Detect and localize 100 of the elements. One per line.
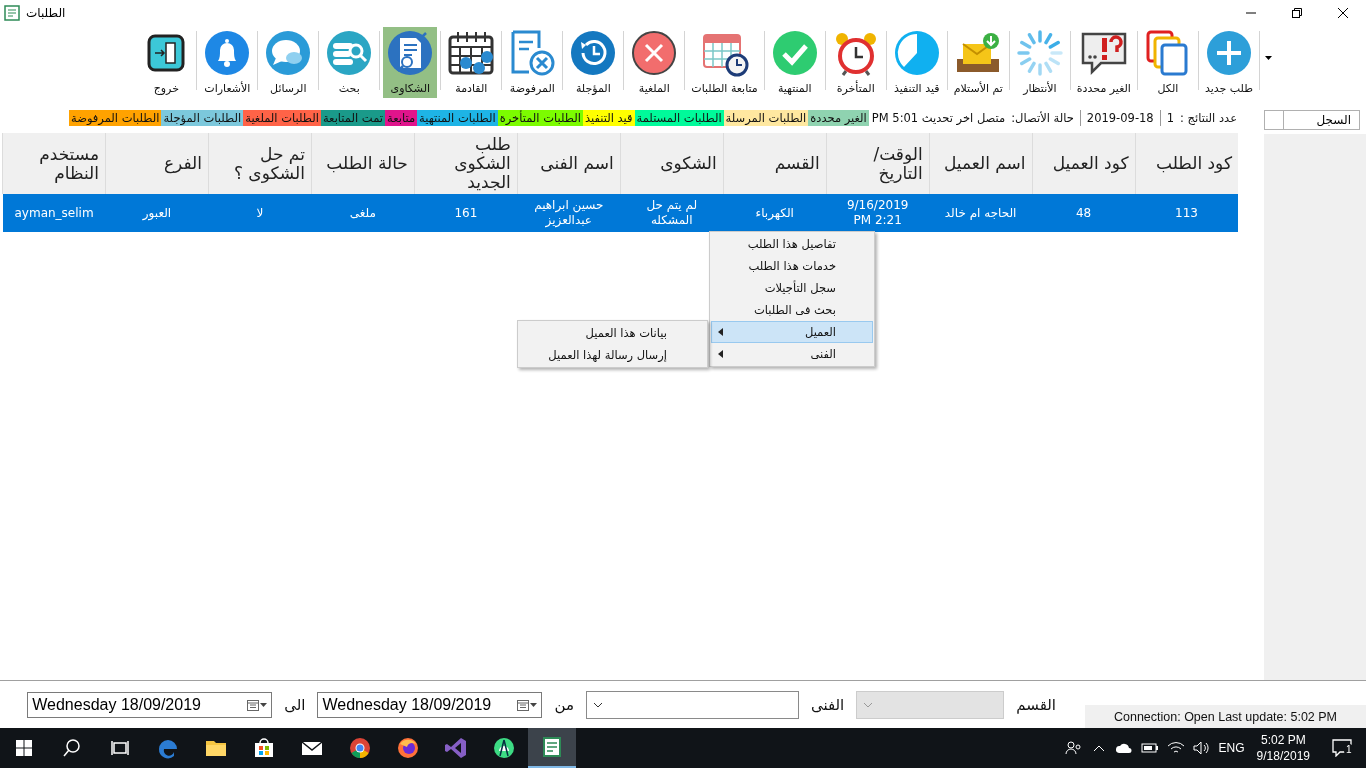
search-icon[interactable] bbox=[62, 738, 82, 758]
clock-button[interactable]: 5:02 PM 9/18/2019 bbox=[1248, 728, 1318, 768]
toolbar-button[interactable]: المنتهية bbox=[767, 27, 822, 98]
menu-item[interactable]: سجل التأجيلات bbox=[711, 277, 873, 299]
menu-item[interactable]: العميل bbox=[711, 321, 873, 343]
menu-item[interactable]: تفاصيل هذا الطلب bbox=[711, 233, 873, 255]
column-header[interactable]: الشكوى bbox=[620, 133, 724, 194]
column-header[interactable]: اسم العميل bbox=[929, 133, 1033, 194]
legend-tag: الطلبات المرفوضة bbox=[69, 110, 162, 126]
windows-logo-icon bbox=[16, 740, 32, 756]
toolbar-button[interactable]: متابعة الطلبات bbox=[688, 27, 761, 98]
toolbar-button[interactable]: الرسائل bbox=[261, 27, 316, 98]
shopping-bag-icon[interactable] bbox=[252, 736, 276, 760]
toolbar-button[interactable]: تم الأستلام bbox=[950, 27, 1006, 98]
column-header[interactable]: طلب الشكوى الجديد bbox=[414, 133, 518, 194]
column-header[interactable]: اسم الفنى bbox=[517, 133, 621, 194]
chevron-down-icon bbox=[863, 701, 874, 708]
table-cell: 9/16/2019 PM 2:21 bbox=[826, 194, 930, 232]
date-picker[interactable]: Wednesday 18/09/2019 bbox=[317, 691, 543, 718]
menu-item[interactable]: بيانات هذا العميل bbox=[519, 322, 706, 344]
wifi-icon bbox=[1166, 741, 1185, 755]
toolbar-button[interactable]: الغير محددة bbox=[1073, 27, 1134, 98]
toolbar-button[interactable]: الأنتظار bbox=[1012, 27, 1067, 98]
column-header[interactable]: كود العميل bbox=[1032, 133, 1136, 194]
column-header[interactable]: القسم bbox=[723, 133, 827, 194]
table-cell: الكهرباء bbox=[723, 194, 827, 232]
connection-status-bar: Connection: Open Last update: 5:02 PM bbox=[1085, 705, 1366, 728]
plus-icon bbox=[1204, 29, 1253, 77]
toolbar-button[interactable]: طلب جديد bbox=[1201, 27, 1256, 98]
result-count-label: عدد النتائج : bbox=[1179, 111, 1238, 125]
table-cell: الحاجه ام خالد bbox=[929, 194, 1033, 232]
toolbar-button[interactable]: المرفوضة bbox=[505, 27, 560, 98]
column-header[interactable]: كود الطلب bbox=[1135, 133, 1238, 194]
toolbar-button[interactable]: خروج bbox=[139, 27, 194, 98]
table-cell: 48 bbox=[1032, 194, 1136, 232]
menu-item[interactable]: خدمات هذا الطلب bbox=[711, 255, 873, 277]
pie-chart-icon bbox=[892, 29, 941, 77]
android-icon[interactable] bbox=[492, 736, 516, 760]
chevron-down-icon bbox=[592, 701, 603, 708]
toolbar-button[interactable]: قيد التنفيذ bbox=[889, 27, 944, 98]
toolbar-button[interactable]: الشكاوى bbox=[383, 27, 438, 98]
notification-icon bbox=[1332, 739, 1352, 757]
legend-tag: الطلبات المؤجلة bbox=[161, 110, 244, 126]
table-cell: لا bbox=[208, 194, 312, 232]
taskbar-button[interactable] bbox=[528, 728, 576, 768]
column-header[interactable]: تم حل الشكوى ؟ bbox=[208, 133, 312, 194]
toolbar-button[interactable]: المتأخرة bbox=[828, 27, 883, 98]
spinner-icon bbox=[1015, 29, 1064, 77]
visual-studio-icon[interactable] bbox=[444, 736, 468, 760]
menu-item[interactable]: بحث فى الطلبات bbox=[711, 299, 873, 321]
speaker-icon bbox=[1192, 741, 1211, 755]
technician-dropdown[interactable] bbox=[585, 690, 799, 719]
toolbar-button[interactable]: الكل bbox=[1140, 27, 1195, 98]
connection-status: متصل اخر تحديث PM 5:01 bbox=[870, 111, 1007, 125]
firefox-icon[interactable] bbox=[396, 736, 420, 760]
toolbar-button[interactable]: بحث bbox=[322, 27, 377, 98]
legend-tag: الطلبات المنتهية bbox=[417, 110, 498, 126]
submenu-arrow-icon bbox=[718, 328, 723, 336]
calendar-icon bbox=[247, 698, 260, 711]
to-label: الى bbox=[284, 695, 306, 714]
calendar-icon bbox=[447, 29, 496, 77]
legend-tag: الطلبات المتأخرة bbox=[497, 110, 583, 126]
cloud-icon bbox=[1114, 742, 1133, 754]
column-header[interactable]: الفرع bbox=[105, 133, 209, 194]
date-picker[interactable]: Wednesday 18/09/2019 bbox=[27, 691, 273, 718]
result-count: 1 bbox=[1165, 111, 1175, 125]
menu-item[interactable]: إرسال رسالة لهذا العميل bbox=[519, 344, 706, 366]
task-view-icon[interactable] bbox=[110, 738, 130, 758]
people-icon bbox=[1064, 739, 1083, 757]
caret-icon bbox=[530, 702, 538, 707]
language-button[interactable]: ENG bbox=[1214, 728, 1249, 768]
toolbar-button[interactable]: الملغية bbox=[627, 27, 682, 98]
search-icon bbox=[325, 29, 374, 77]
toolbar-button[interactable]: المؤجلة bbox=[566, 27, 621, 98]
document-icon[interactable] bbox=[541, 736, 563, 758]
app-icon bbox=[4, 4, 20, 21]
technician-label: الفنى bbox=[810, 695, 845, 714]
chrome-icon[interactable] bbox=[348, 736, 372, 760]
table-cell: حسين ابراهيم عبدالعزيز bbox=[517, 194, 621, 232]
window-title: الطلبات bbox=[26, 5, 66, 20]
table-cell: لم يتم حل المشكله bbox=[620, 194, 724, 232]
chevron-up-icon bbox=[1092, 744, 1105, 752]
legend-tag: متابعة bbox=[385, 110, 418, 126]
submenu-arrow-icon bbox=[718, 350, 723, 358]
column-header[interactable]: الوقت/التاريخ bbox=[826, 133, 930, 194]
table-cell: 161 bbox=[414, 194, 518, 232]
connection-label: حالة الأتصال: bbox=[1010, 111, 1075, 125]
column-header[interactable]: حالة الطلب bbox=[311, 133, 415, 194]
cancel-icon bbox=[630, 29, 679, 77]
toolbar-button[interactable]: الأشعارات bbox=[200, 27, 255, 98]
notifications-button[interactable]: 1 bbox=[1318, 728, 1366, 768]
menu-item[interactable]: الفنى bbox=[711, 343, 873, 365]
table-cell: 113 bbox=[1135, 194, 1238, 232]
legend-tag: الطلبات الملغية bbox=[243, 110, 321, 126]
bell-icon bbox=[203, 29, 252, 77]
toolbar-button[interactable]: القادمة bbox=[444, 27, 499, 98]
column-header[interactable]: مستخدم النظام bbox=[2, 133, 106, 194]
checkmark-icon bbox=[770, 29, 819, 77]
table-cell: العبور bbox=[105, 194, 209, 232]
legend-tag: الطلبات المستلمة bbox=[634, 110, 724, 126]
